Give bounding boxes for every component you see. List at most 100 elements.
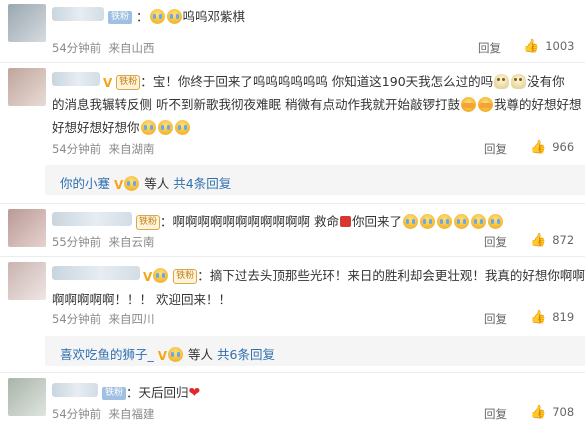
comment-meta: 54分钟前 来自山西 [52, 40, 154, 56]
like-count: 1003 [545, 39, 575, 53]
comment-4-line-1: V 铁粉 ：摘下过去头顶那些光环！来日的胜利却会更壮观！我真的好想你啊啊 [143, 268, 585, 284]
username-blurred[interactable] [52, 7, 104, 21]
location: 来自山西 [108, 41, 155, 55]
like-count: 966 [552, 140, 575, 154]
vip-v-icon: V [114, 177, 124, 192]
like-count: 872 [552, 233, 575, 247]
fan-badge: 铁粉 [108, 11, 133, 24]
comment-text: 啊啊啊啊啊啊啊啊啊啊啊 救命 [172, 214, 340, 229]
avatar[interactable] [8, 378, 46, 416]
comment-5-body: 铁粉 ：天后回归❤ [102, 382, 200, 401]
comment-3-body: 铁粉 ：啊啊啊啊啊啊啊啊啊啊啊 救命 你回来了 [136, 211, 504, 230]
location: 来自云南 [108, 235, 155, 249]
crying-emoji-icon [403, 214, 419, 229]
comment-meta: 54分钟前 来自四川 [52, 311, 154, 327]
divider [0, 203, 585, 204]
view-replies-link[interactable]: 共4条回复 [173, 176, 231, 191]
timestamp: 54分钟前 [52, 407, 102, 421]
reply-button[interactable]: 回复 [484, 234, 507, 250]
like-button[interactable]: 👍 708 [530, 405, 574, 420]
like-button[interactable]: 👍 1003 [523, 39, 574, 54]
timestamp: 54分钟前 [52, 142, 102, 156]
username-blurred[interactable] [52, 383, 98, 397]
reply-button[interactable]: 回复 [484, 311, 507, 327]
covering-face-emoji-icon [477, 97, 493, 112]
comment-text: 你回来了 [352, 214, 403, 229]
comment-meta: 54分钟前 来自湖南 [52, 141, 154, 157]
sub-reply-user[interactable]: 你的小蹇 [60, 176, 110, 191]
fan-badge: 铁粉 [116, 75, 141, 90]
comment-text: 摘下过去头顶那些光环！来日的胜利却会更壮观！我真的好想你啊啊 [209, 268, 585, 283]
vip-v-icon: V [143, 269, 153, 284]
sub-reply-suffix: 等人 [144, 176, 170, 191]
crying-emoji-icon [420, 214, 436, 229]
sub-reply-suffix: 等人 [188, 347, 214, 362]
timestamp: 55分钟前 [52, 235, 102, 249]
avatar[interactable] [8, 4, 46, 42]
thumbs-up-icon: 👍 [523, 39, 540, 54]
vip-v-icon: V [103, 75, 113, 90]
reply-button[interactable]: 回复 [484, 406, 507, 422]
comment-text: 宝！你终于回来了呜呜呜呜呜呜 你知道这190天我怎么过的吗 [152, 74, 494, 89]
like-button[interactable]: 👍 872 [530, 233, 574, 248]
divider [0, 256, 585, 257]
covering-face-emoji-icon [460, 97, 476, 112]
crying-emoji-icon [168, 347, 184, 362]
sub-reply-user[interactable]: 喜欢吃鱼的狮子_ [60, 347, 154, 362]
like-button[interactable]: 👍 966 [530, 140, 574, 155]
crying-emoji-icon [124, 176, 140, 191]
comment-2-line-2: 的消息我辗转反侧 听不到新歌我彻夜难眠 稍微有点动作我就开始敲锣打鼓 我尊的好想好… [52, 94, 581, 113]
username-blurred[interactable] [52, 72, 100, 86]
crying-emoji-icon [157, 120, 173, 135]
thumbs-up-icon: 👍 [530, 233, 547, 248]
thumbs-up-icon: 👍 [530, 140, 547, 155]
thumbs-up-icon: 👍 [530, 405, 547, 420]
location: 来自福建 [108, 407, 155, 421]
comment-2-line-3: 好想好想好想你 [52, 117, 191, 136]
avatar[interactable] [8, 68, 46, 106]
fan-badge: 铁粉 [102, 387, 127, 400]
username-blurred[interactable] [52, 266, 140, 280]
comment-meta: 54分钟前 来自福建 [52, 406, 154, 422]
crying-emoji-icon [149, 9, 165, 24]
comment-text: 没有你 [527, 74, 565, 89]
avatar[interactable] [8, 262, 46, 300]
username-blurred[interactable] [52, 212, 132, 226]
crying-emoji-icon [471, 214, 487, 229]
heart-icon: ❤ [188, 385, 201, 401]
timestamp: 54分钟前 [52, 41, 102, 55]
skull-emoji-icon [511, 74, 527, 89]
vip-v-icon: V [157, 348, 168, 363]
crying-emoji-icon [153, 268, 169, 283]
like-count: 708 [552, 405, 575, 419]
comment-4-line-2: 啊啊啊啊啊！！！ 欢迎回来！！ [52, 289, 231, 308]
comment-text: 我尊的好想好想 [493, 97, 582, 112]
crying-emoji-icon [454, 214, 470, 229]
reply-button[interactable]: 回复 [478, 40, 501, 56]
sub-reply-line: 你的小蹇 V 等人 共4条回复 [60, 173, 231, 192]
view-replies-link[interactable]: 共6条回复 [217, 347, 275, 362]
crying-emoji-icon [140, 120, 156, 135]
thumbs-up-icon: 👍 [530, 310, 547, 325]
comment-2-line-1: V 铁粉 ：宝！你终于回来了呜呜呜呜呜呜 你知道这190天我怎么过的吗 没有你 [103, 74, 565, 90]
crying-emoji-icon [437, 214, 453, 229]
comment-text: 呜呜邓紫棋 [182, 9, 246, 24]
red-envelope-icon [340, 216, 352, 227]
comment-text: 的消息我辗转反侧 听不到新歌我彻夜难眠 稍微有点动作我就开始敲锣打鼓 [52, 97, 460, 112]
fan-badge: 铁粉 [136, 215, 161, 230]
comment-text: 好想好想好想你 [52, 120, 140, 135]
comment-1-body: 铁粉 ：呜呜邓紫棋 [108, 6, 245, 25]
like-button[interactable]: 👍 819 [530, 310, 574, 325]
timestamp: 54分钟前 [52, 312, 102, 326]
avatar[interactable] [8, 209, 46, 247]
like-count: 819 [552, 310, 575, 324]
location: 来自湖南 [108, 142, 155, 156]
reply-button[interactable]: 回复 [484, 141, 507, 157]
crying-emoji-icon [488, 214, 504, 229]
comment-text: 天后回归 [138, 385, 189, 400]
divider [0, 62, 585, 63]
comment-meta: 55分钟前 来自云南 [52, 234, 154, 250]
crying-emoji-icon [174, 120, 190, 135]
skull-emoji-icon [494, 74, 510, 89]
sub-reply-line: 喜欢吃鱼的狮子_ V 等人 共6条回复 [60, 344, 275, 363]
